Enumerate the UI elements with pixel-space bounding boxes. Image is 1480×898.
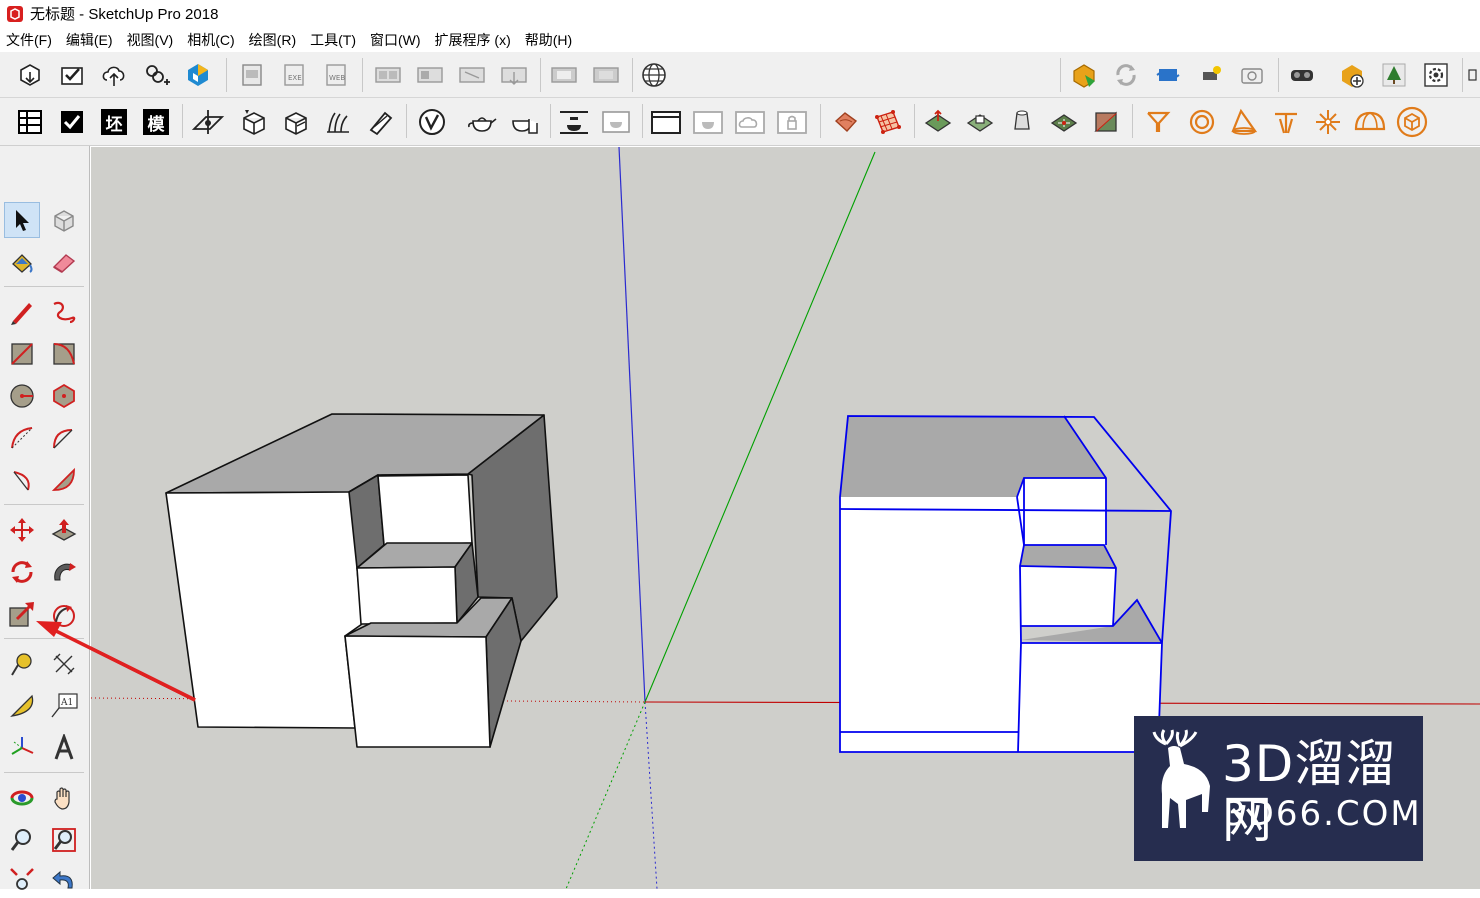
render-region-icon[interactable] — [598, 104, 634, 140]
globe-icon[interactable] — [636, 57, 672, 93]
export-exe-icon[interactable]: EXE — [276, 57, 312, 93]
vray-logo-icon[interactable] — [414, 104, 450, 140]
shape-table-icon[interactable] — [1268, 104, 1304, 140]
annotation-arrow-overlay — [36, 621, 196, 702]
toolbar-row-2: 坯 模 — [0, 98, 1480, 146]
frame-buffer-icon[interactable] — [556, 104, 592, 140]
teapot-interactive-icon[interactable] — [506, 104, 542, 140]
sandbox-smoove-icon[interactable] — [920, 104, 956, 140]
shape-cone-icon[interactable] — [1226, 104, 1262, 140]
shape-dome-icon[interactable] — [1352, 104, 1388, 140]
film-strip-2-icon[interactable] — [588, 57, 624, 93]
watermark-logo: 3D溜溜网 3D66.COM — [1134, 716, 1423, 861]
menu-bar: 文件(F) 编辑(E) 视图(V) 相机(C) 绘图(R) 工具(T) 窗口(W… — [0, 28, 1480, 52]
menu-help[interactable]: 帮助(H) — [525, 30, 572, 50]
svg-text:EXE: EXE — [288, 74, 302, 82]
sandbox-add-detail-icon[interactable] — [1046, 104, 1082, 140]
cloud-render-icon[interactable] — [732, 104, 768, 140]
settings-gear-icon[interactable] — [1418, 57, 1454, 93]
add-extension-icon[interactable] — [1334, 57, 1370, 93]
lock-render-icon[interactable] — [774, 104, 810, 140]
camera-light-icon[interactable] — [1192, 57, 1228, 93]
pencil-eraser-icon[interactable] — [362, 104, 398, 140]
watermark-domain: 3D66.COM — [1224, 794, 1422, 834]
sandbox-drape-icon[interactable] — [1004, 104, 1040, 140]
right-block-model-selected[interactable] — [839, 415, 1172, 753]
teapot-render-icon[interactable] — [464, 104, 500, 140]
shape-cube-icon[interactable] — [1394, 104, 1430, 140]
render-gold-icon[interactable] — [1066, 57, 1102, 93]
left-block-model[interactable] — [165, 413, 558, 748]
title-bar: 无标题 - SketchUp Pro 2018 — [0, 0, 1480, 27]
film-strip-icon[interactable] — [546, 57, 582, 93]
component-box-icon[interactable] — [236, 104, 272, 140]
snapshot-camera-icon[interactable] — [1234, 57, 1270, 93]
vr-headset-icon[interactable] — [1284, 57, 1320, 93]
overflow-icon[interactable] — [1464, 57, 1480, 93]
scene-thumb-4-icon[interactable] — [496, 57, 532, 93]
scene-thumb-1-icon[interactable] — [370, 57, 406, 93]
blue-axis — [618, 147, 646, 703]
svg-text:WEB: WEB — [329, 74, 345, 82]
sandbox-flip-edge-icon[interactable] — [1088, 104, 1124, 140]
grass-icon[interactable] — [320, 104, 356, 140]
sandbox-stamp-icon[interactable] — [962, 104, 998, 140]
menu-tools[interactable]: 工具(T) — [310, 30, 356, 50]
toolbar-row-1: EXE WEB — [0, 52, 1480, 98]
blue-axis-negative — [644, 701, 658, 889]
refresh-icon[interactable] — [1108, 57, 1144, 93]
terrain-wood-icon[interactable] — [828, 104, 864, 140]
import-icon[interactable] — [234, 57, 270, 93]
terrain-grid-icon[interactable] — [870, 104, 906, 140]
menu-draw[interactable]: 绘图(R) — [249, 30, 296, 50]
deer-logo-icon — [1152, 729, 1210, 828]
shape-star-icon[interactable] — [1310, 104, 1346, 140]
menu-window[interactable]: 窗口(W) — [370, 30, 421, 50]
export-web-icon[interactable]: WEB — [318, 57, 354, 93]
shape-funnel-icon[interactable] — [1140, 104, 1176, 140]
tree-component-icon[interactable] — [1376, 57, 1412, 93]
scene-thumb-3-icon[interactable] — [454, 57, 490, 93]
green-axis-negative — [565, 701, 646, 889]
sync-model-icon[interactable] — [1150, 57, 1186, 93]
shape-torus-icon[interactable] — [1184, 104, 1220, 140]
scene-thumb-2-icon[interactable] — [412, 57, 448, 93]
group-box-icon[interactable] — [278, 104, 314, 140]
window-frame-icon[interactable] — [648, 104, 684, 140]
window-teapot-icon[interactable] — [690, 104, 726, 140]
menu-extensions[interactable]: 扩展程序 (x) — [435, 30, 511, 50]
